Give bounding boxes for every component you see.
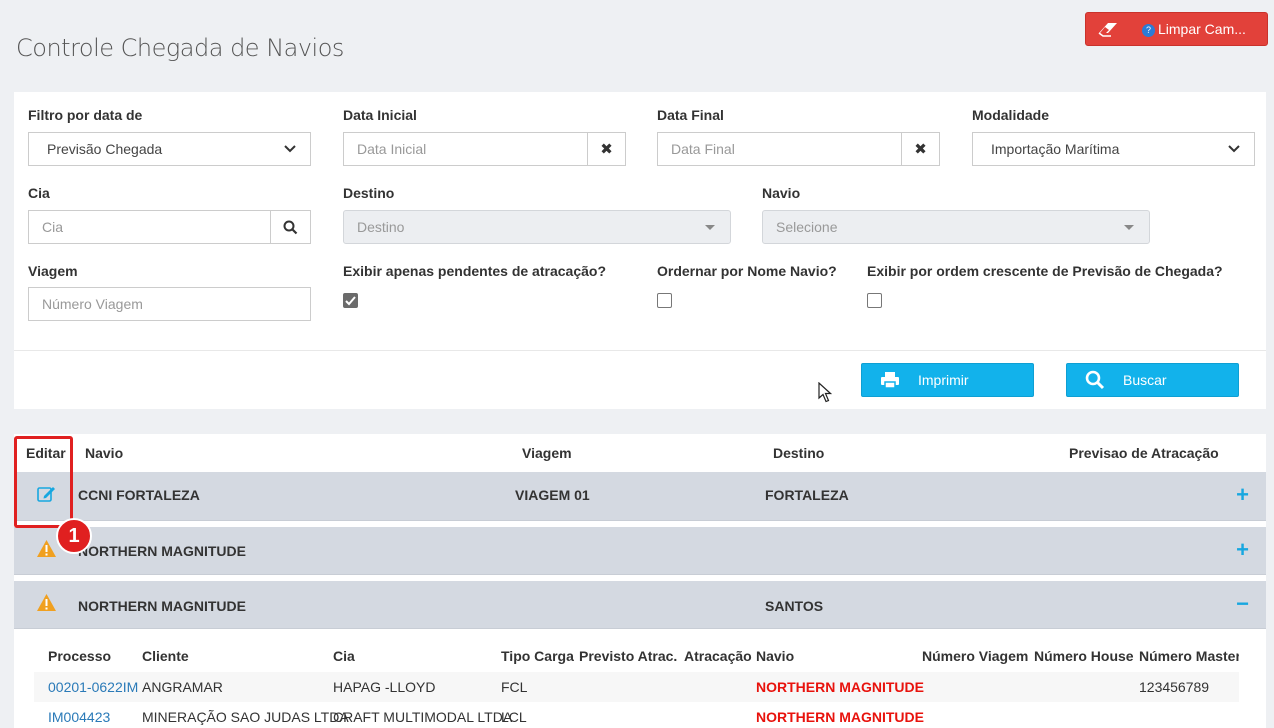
start-date-label: Data Inicial [343,107,417,123]
master-number-value: 123456789 [1139,679,1210,695]
destination-value: FORTALEZA [765,487,849,503]
header-destination: Destino [773,445,825,461]
date-filter-select[interactable]: Previsão Chegada [28,132,311,166]
detail-header-house-number: Número House [1034,648,1134,664]
order-by-name-checkbox[interactable] [657,293,672,308]
order-asc-label: Exibir por ordem crescente de Previsão d… [867,263,1223,279]
expand-icon[interactable]: + [1236,484,1249,506]
end-date-placeholder: Data Final [671,141,735,157]
cia-placeholder: Cia [42,219,64,235]
voyage-placeholder: Número Viagem [42,296,143,312]
chevron-down-icon [270,145,310,153]
table-row[interactable]: NORTHERN MAGNITUDE SANTOS − [14,581,1266,629]
header-berthing: Previsao de Atracação [1069,445,1219,461]
order-by-name-label: Ordernar por Nome Navio? [657,263,837,279]
detail-header-process: Processo [48,648,112,664]
destination-value: SANTOS [765,598,824,614]
destination-label: Destino [343,185,395,201]
clear-fields-label: Limpar Cam... [1158,21,1246,37]
ship-select[interactable]: Selecione [762,210,1150,244]
chevron-down-icon [1214,145,1254,153]
modality-label: Modalidade [972,107,1050,123]
cia-value: HAPAG -LLOYD [333,679,436,695]
printer-icon [862,371,918,389]
help-icon: ? [1142,23,1155,37]
detail-header-master-number: Número Master [1139,648,1239,664]
print-label: Imprimir [918,372,969,388]
header-ship: Navio [85,445,124,461]
header-voyage: Viagem [522,445,572,461]
order-asc-checkbox[interactable] [867,293,882,308]
warning-icon [36,593,57,615]
modality-value: Importação Marítima [991,141,1120,157]
search-icon [1067,370,1123,390]
eraser-icon [1086,21,1130,37]
cia-input[interactable]: Cia [28,210,311,244]
caret-down-icon [690,224,730,230]
date-filter-label: Filtro por data de [28,107,143,123]
print-button[interactable]: Imprimir [861,363,1034,397]
process-link[interactable]: IM004423 [48,709,110,725]
cia-label: Cia [28,185,50,201]
detail-header-cargo-type: Tipo Carga [501,648,574,664]
mouse-cursor-icon [818,381,833,406]
detail-header-client: Cliente [142,648,189,664]
pending-only-checkbox[interactable] [343,293,358,308]
voyage-value: VIAGEM 01 [515,487,590,503]
search-label: Buscar [1123,372,1167,388]
end-date-input[interactable]: Data Final ✖ [657,132,940,166]
cargo-type-value: FCL [501,679,528,695]
clear-end-date-icon[interactable]: ✖ [901,133,939,165]
pending-only-label: Exibir apenas pendentes de atracação? [343,263,606,279]
results-table: Editar Navio Viagem Destino Previsao de … [14,434,1266,728]
cargo-type-value: LCL [501,709,527,725]
client-value: MINERAÇÃO SAO JUDAS LTDA [142,709,349,725]
end-date-label: Data Final [657,107,724,123]
ship-name: CCNI FORTALEZA [78,487,200,503]
modality-select[interactable]: Importação Marítima [972,132,1255,166]
collapse-icon[interactable]: − [1236,593,1249,615]
step-badge: 1 [56,518,92,554]
divider [14,350,1266,351]
start-date-placeholder: Data Inicial [357,141,427,157]
cia-value: CRAFT MULTIMODAL LTDA [333,709,513,725]
detail-header-voyage-number: Número Viagem [922,648,1029,664]
clear-start-date-icon[interactable]: ✖ [587,133,625,165]
voyage-input[interactable]: Número Viagem [28,287,311,321]
search-icon[interactable] [270,211,310,243]
detail-header-berthing: Atracação [684,648,752,664]
destination-select[interactable]: Destino [343,210,731,244]
client-value: ANGRAMAR [142,679,223,695]
expand-icon[interactable]: + [1236,539,1249,561]
ship-label: Navio [762,185,801,201]
highlight-box [14,436,73,528]
detail-header-cia: Cia [333,648,355,664]
voyage-label: Viagem [28,263,78,279]
table-row[interactable]: CCNI FORTALEZA VIAGEM 01 FORTALEZA + [14,472,1266,521]
ship-name: NORTHERN MAGNITUDE [78,598,246,614]
detail-row: 00201-0622IM ANGRAMAR HAPAG -LLOYD FCL N… [34,672,1239,702]
detail-row: IM004423 MINERAÇÃO SAO JUDAS LTDA CRAFT … [34,702,1239,728]
search-button[interactable]: Buscar [1066,363,1239,397]
destination-placeholder: Destino [357,219,405,235]
warning-icon [36,539,57,561]
filter-panel: Filtro por data de Previsão Chegada Data… [14,92,1266,409]
caret-down-icon [1109,224,1149,230]
detail-header-ship: Navio [756,648,795,664]
date-filter-value: Previsão Chegada [47,141,163,157]
table-row[interactable]: NORTHERN MAGNITUDE + [14,527,1266,575]
page-title: Controle Chegada de Navios [16,34,344,62]
ship-placeholder: Selecione [776,219,838,235]
ship-name: NORTHERN MAGNITUDE [78,543,246,559]
clear-fields-button[interactable]: ? Limpar Cam... [1085,12,1268,46]
process-link[interactable]: 00201-0622IM [48,679,138,695]
ship-value: NORTHERN MAGNITUDE [756,679,924,695]
ship-value: NORTHERN MAGNITUDE [756,709,924,725]
detail-header-expected-berthing: Previsto Atrac. [579,648,678,664]
start-date-input[interactable]: Data Inicial ✖ [343,132,626,166]
